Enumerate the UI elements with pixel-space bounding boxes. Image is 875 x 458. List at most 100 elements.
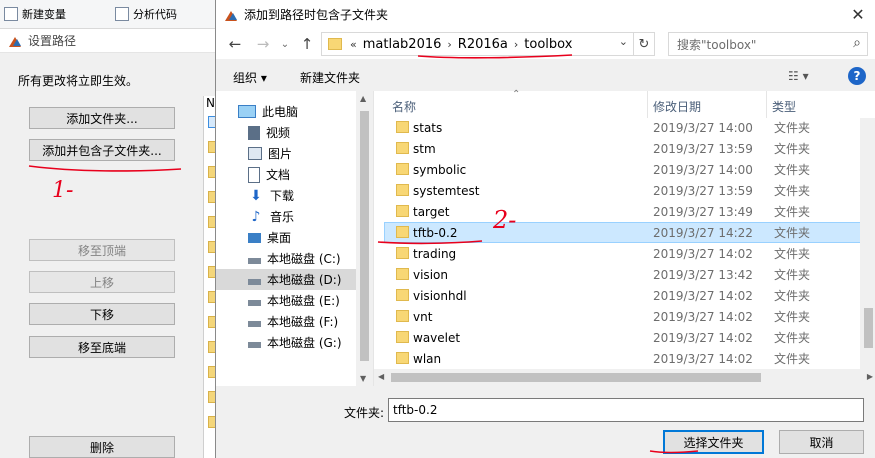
- annotation-underline-1: [28, 165, 182, 172]
- file-name: systemtest: [413, 183, 480, 198]
- file-row[interactable]: stats 2019/3/27 14:00 文件夹: [384, 117, 865, 138]
- picture-icon: [248, 147, 262, 160]
- nav-item-this-pc[interactable]: 此电脑: [216, 101, 378, 122]
- up-arrow-icon[interactable]: ↑: [298, 34, 316, 54]
- file-row-selected[interactable]: tftb-0.2 2019/3/27 14:22 文件夹: [384, 222, 865, 243]
- address-dropdown-icon[interactable]: ⌄: [619, 35, 628, 48]
- scroll-right-icon[interactable]: ▶: [867, 372, 873, 381]
- scroll-down-icon[interactable]: ▼: [360, 374, 366, 383]
- column-divider[interactable]: [647, 91, 648, 118]
- file-date: 2019/3/27 14:02: [653, 246, 753, 261]
- file-date: 2019/3/27 14:22: [653, 225, 753, 240]
- select-folder-button[interactable]: 选择文件夹: [663, 430, 764, 454]
- analyze-code-button[interactable]: 分析代码: [115, 5, 177, 23]
- sort-ascending-icon: ⌃: [512, 89, 521, 100]
- horizontal-scroll-thumb[interactable]: [391, 373, 761, 382]
- file-row[interactable]: target 2019/3/27 13:49 文件夹: [384, 201, 865, 222]
- nav-item-label: 下载: [270, 189, 295, 203]
- nav-item-label: 本地磁盘 (F:): [267, 315, 339, 329]
- column-divider[interactable]: [766, 91, 767, 118]
- recent-dropdown-icon[interactable]: ⌄: [276, 34, 294, 54]
- add-with-subfolders-button[interactable]: 添加并包含子文件夹...: [29, 139, 175, 161]
- navigation-bar: ← → ⌄ ↑ « matlab2016 › R2016a › toolbox …: [216, 29, 875, 59]
- new-variable-button[interactable]: 新建变量: [4, 5, 66, 23]
- file-type: 文件夹: [774, 331, 811, 345]
- remove-button[interactable]: 删除: [29, 436, 175, 458]
- forward-arrow-icon[interactable]: →: [254, 34, 272, 54]
- file-type: 文件夹: [774, 268, 811, 282]
- close-icon[interactable]: ✕: [848, 4, 868, 24]
- column-header-name[interactable]: 名称: [392, 95, 416, 117]
- scroll-left-icon[interactable]: ◀: [378, 372, 384, 381]
- new-variable-icon: [4, 7, 18, 21]
- file-list-vertical-scrollbar[interactable]: [860, 118, 875, 369]
- folder-input[interactable]: tftb-0.2: [388, 398, 864, 422]
- drive-icon: [248, 278, 261, 285]
- move-up-button[interactable]: 上移: [29, 271, 175, 293]
- matlab-logo-icon: [224, 8, 238, 22]
- file-row[interactable]: systemtest 2019/3/27 13:59 文件夹: [384, 180, 865, 201]
- refresh-icon[interactable]: ↻: [633, 33, 654, 55]
- nav-item-label: 桌面: [267, 231, 292, 245]
- file-row[interactable]: symbolic 2019/3/27 14:00 文件夹: [384, 159, 865, 180]
- folder-icon: [396, 310, 409, 322]
- analyze-code-label: 分析代码: [133, 8, 177, 21]
- navigation-scroll-thumb[interactable]: [360, 111, 369, 361]
- folder-icon: [396, 184, 409, 196]
- back-arrow-icon[interactable]: ←: [226, 34, 244, 54]
- search-icon[interactable]: ⌕: [853, 35, 861, 51]
- folder-icon: [396, 352, 409, 364]
- analyze-code-icon: [115, 7, 129, 21]
- navigation-scrollbar[interactable]: ▲ ▼: [356, 91, 373, 386]
- breadcrumb-overflow[interactable]: «: [350, 38, 357, 51]
- file-row[interactable]: stm 2019/3/27 13:59 文件夹: [384, 138, 865, 159]
- nav-item-label: 本地磁盘 (D:): [267, 273, 342, 287]
- search-placeholder: 搜索"toolbox": [677, 37, 757, 52]
- add-folder-button[interactable]: 添加文件夹...: [29, 107, 175, 129]
- scroll-up-icon[interactable]: ▲: [360, 94, 366, 103]
- file-row[interactable]: wlan 2019/3/27 14:02 文件夹: [384, 348, 865, 369]
- drive-icon: [248, 320, 261, 327]
- folder-label: 文件夹:: [344, 406, 385, 420]
- file-row[interactable]: visionhdl 2019/3/27 14:02 文件夹: [384, 285, 865, 306]
- move-down-button[interactable]: 下移: [29, 303, 175, 325]
- computer-icon: [238, 105, 256, 118]
- new-folder-button[interactable]: 新建文件夹: [300, 69, 360, 86]
- folder-icon: [328, 38, 342, 50]
- column-header-date[interactable]: 修改日期: [653, 95, 701, 117]
- file-row[interactable]: wavelet 2019/3/27 14:02 文件夹: [384, 327, 865, 348]
- file-name: vnt: [413, 309, 433, 324]
- search-input[interactable]: 搜索"toolbox" ⌕: [668, 32, 868, 56]
- file-name: trading: [413, 246, 457, 261]
- breadcrumb-matlab2016[interactable]: matlab2016: [363, 37, 442, 52]
- vertical-scroll-thumb[interactable]: [864, 308, 873, 348]
- organize-menu[interactable]: 组织 ▾: [233, 69, 267, 86]
- video-icon: [248, 125, 260, 140]
- column-header-type[interactable]: 类型: [772, 95, 796, 117]
- annotation-mark-1: 1-: [52, 178, 74, 203]
- file-type: 文件夹: [774, 352, 811, 366]
- address-bar[interactable]: « matlab2016 › R2016a › toolbox ⌄ ↻: [321, 32, 655, 56]
- file-type: 文件夹: [774, 142, 811, 156]
- file-type: 文件夹: [774, 247, 811, 261]
- file-list-horizontal-scrollbar[interactable]: ◀ ▶: [374, 369, 875, 386]
- breadcrumb-toolbox[interactable]: toolbox: [524, 37, 572, 52]
- set-path-title: 设置路径: [28, 34, 77, 48]
- move-to-top-button[interactable]: 移至顶端: [29, 239, 175, 261]
- file-type: 文件夹: [774, 184, 811, 198]
- file-row[interactable]: trading 2019/3/27 14:02 文件夹: [384, 243, 865, 264]
- help-icon[interactable]: ?: [848, 67, 866, 85]
- path-list-header: N: [206, 96, 215, 110]
- view-options-icon[interactable]: ☷ ▾: [788, 69, 809, 83]
- breadcrumb-separator[interactable]: ›: [447, 38, 451, 51]
- file-row[interactable]: vision 2019/3/27 13:42 文件夹: [384, 264, 865, 285]
- drive-icon: [248, 341, 261, 348]
- breadcrumb-separator[interactable]: ›: [514, 38, 518, 51]
- file-name: wavelet: [413, 330, 461, 345]
- file-name: visionhdl: [413, 288, 467, 303]
- file-row[interactable]: vnt 2019/3/27 14:02 文件夹: [384, 306, 865, 327]
- move-to-bottom-button[interactable]: 移至底端: [29, 336, 175, 358]
- file-name: stats: [413, 120, 443, 135]
- breadcrumb-r2016a[interactable]: R2016a: [458, 37, 508, 52]
- cancel-button[interactable]: 取消: [779, 430, 864, 454]
